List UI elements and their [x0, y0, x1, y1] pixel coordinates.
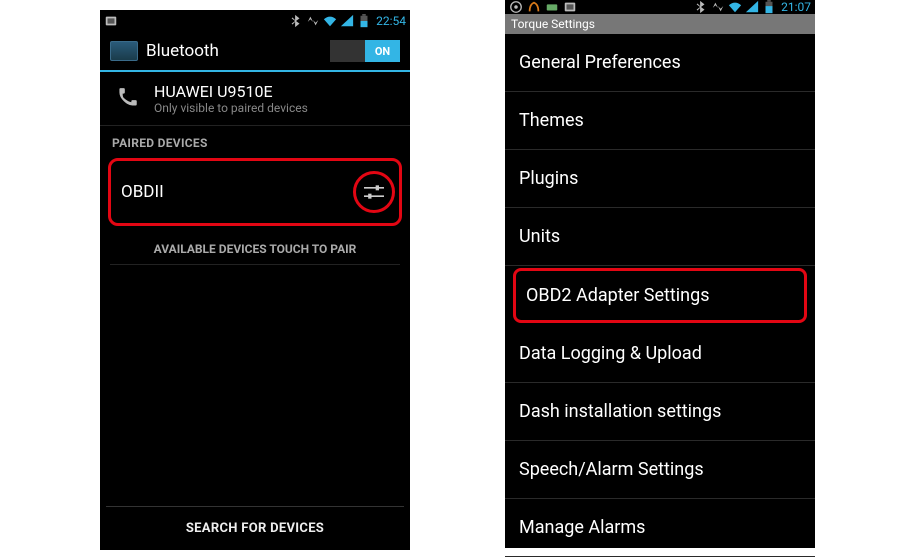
settings-list: General PreferencesThemesPluginsUnitsOBD… [505, 34, 815, 557]
status-clock: 22:54 [376, 14, 406, 28]
torque-settings-screen: 21:07 Torque Settings General Preference… [505, 0, 815, 548]
notification-icon [104, 14, 118, 28]
status-clock: 21:07 [781, 0, 811, 14]
my-device-row[interactable]: HUAWEI U9510E Only visible to paired dev… [100, 72, 410, 126]
bluetooth-header-icon [110, 41, 138, 61]
toggle-on-label: ON [365, 40, 400, 62]
bluetooth-status-icon [694, 0, 708, 14]
paired-device-name: OBDII [121, 182, 164, 202]
settings-item-general-preferences[interactable]: General Preferences [505, 34, 815, 92]
status-bar: 22:54 [100, 10, 410, 32]
phone-icon [112, 84, 142, 114]
settings-item-plugins[interactable]: Plugins [505, 150, 815, 208]
settings-item-units[interactable]: Units [505, 208, 815, 266]
paired-devices-label: PAIRED DEVICES [100, 126, 410, 156]
bluetooth-toggle[interactable]: ON [330, 40, 400, 62]
status-bar: 21:07 [505, 0, 815, 14]
torque-settings-header: Torque Settings [505, 14, 815, 34]
device-name: HUAWEI U9510E [154, 82, 398, 101]
bluetooth-status-icon [289, 14, 303, 28]
device-visibility: Only visible to paired devices [154, 101, 398, 115]
settings-item-themes[interactable]: Themes [505, 92, 815, 150]
signal-icon [745, 0, 759, 14]
settings-item-data-logging-upload[interactable]: Data Logging & Upload [505, 325, 815, 383]
signal-icon [340, 14, 354, 28]
gps-icon [509, 0, 523, 14]
battery-icon [357, 14, 371, 28]
search-for-devices-button[interactable]: SEARCH FOR DEVICES [106, 506, 404, 550]
settings-item-dash-installation-settings[interactable]: Dash installation settings [505, 383, 815, 441]
bluetooth-settings-screen: 22:54 Bluetooth ON HUAWEI U9510E Only vi… [100, 10, 410, 550]
paired-device-obdii[interactable]: OBDII [108, 158, 402, 226]
paired-device-settings-button[interactable] [353, 171, 395, 213]
settings-item-obd2-adapter-settings[interactable]: OBD2 Adapter Settings [513, 268, 807, 323]
battery-icon [762, 0, 776, 14]
notification-icon-2 [563, 0, 577, 14]
wifi-icon [323, 14, 337, 28]
sliders-icon [364, 183, 384, 201]
wifi-icon [728, 0, 742, 14]
bluetooth-header: Bluetooth ON [100, 32, 410, 72]
data-icon [306, 14, 320, 28]
bluetooth-title: Bluetooth [146, 41, 322, 61]
settings-item-manage-alarms[interactable]: Manage Alarms [505, 499, 815, 557]
torque-icon [527, 0, 541, 14]
available-devices-label[interactable]: AVAILABLE DEVICES TOUCH TO PAIR [110, 228, 400, 265]
settings-item-speech-alarm-settings[interactable]: Speech/Alarm Settings [505, 441, 815, 499]
data-icon [711, 0, 725, 14]
notification-icon [545, 0, 559, 14]
